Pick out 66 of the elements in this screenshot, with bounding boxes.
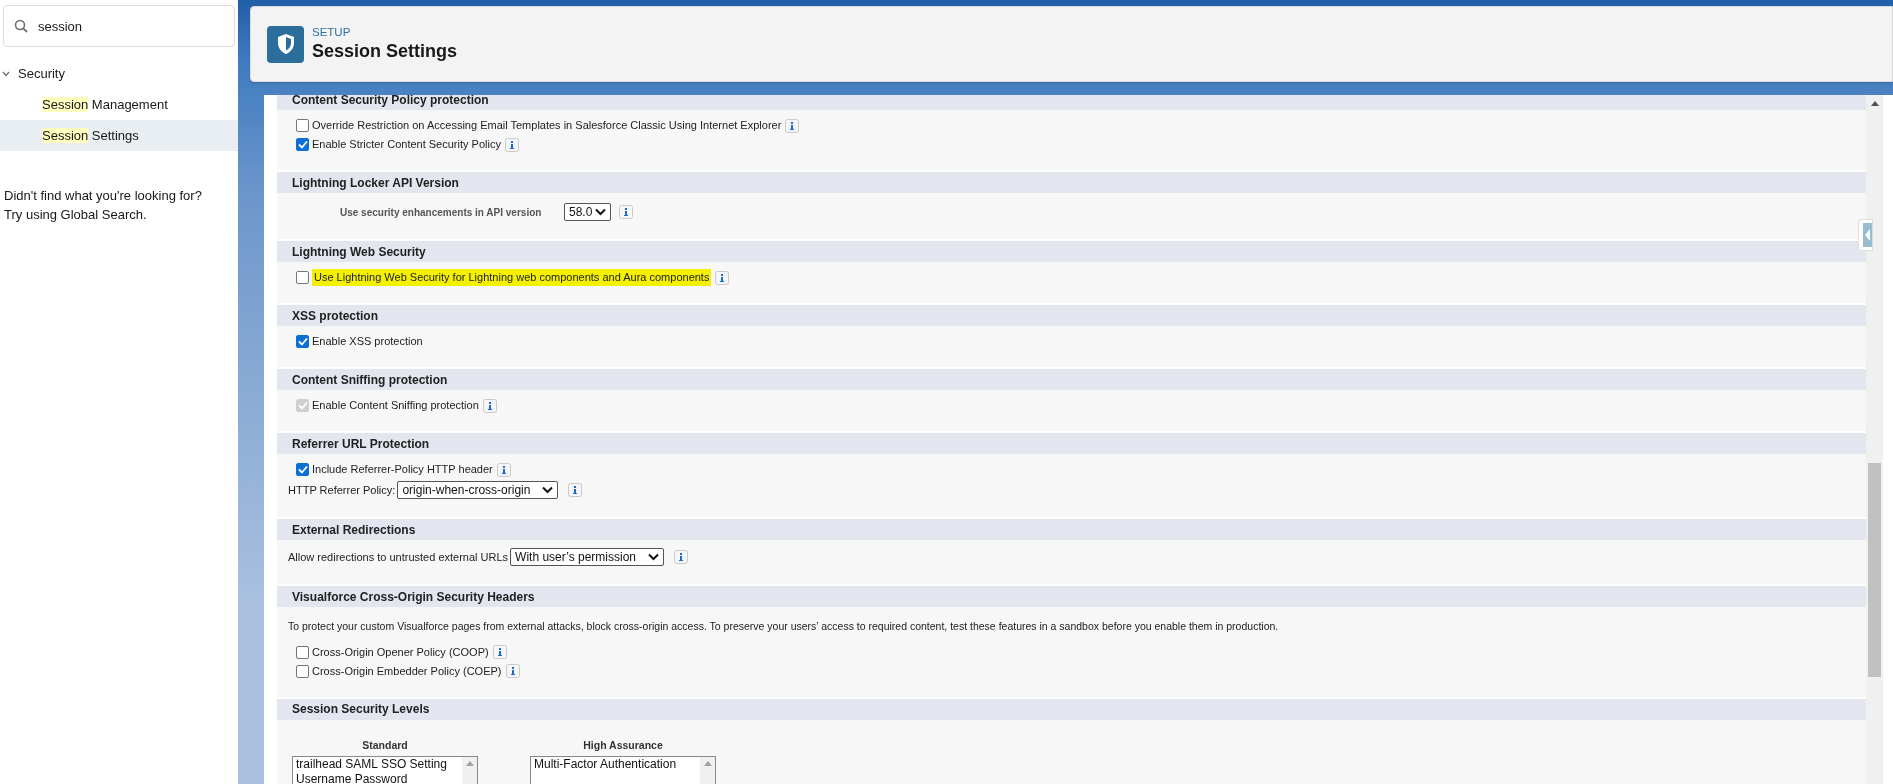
info-icon[interactable] — [504, 137, 519, 152]
checkbox[interactable] — [296, 664, 309, 678]
info-icon[interactable] — [674, 550, 689, 564]
section-header: Content Sniffing protection — [277, 369, 1866, 390]
section-header: Lightning Locker API Version — [277, 172, 1866, 193]
checkbox[interactable] — [296, 463, 309, 476]
section-header: Referrer URL Protection — [277, 433, 1866, 454]
checkbox[interactable] — [296, 138, 309, 151]
list-option[interactable]: Username Password — [296, 771, 462, 784]
checkbox[interactable] — [296, 119, 309, 132]
option-label: Cross-Origin Embedder Policy (COEP) — [312, 664, 502, 679]
shield-icon — [267, 25, 304, 63]
section-header: Lightning Web Security — [277, 241, 1866, 262]
scrollbar[interactable] — [1866, 95, 1883, 784]
field-label: HTTP Referrer Policy: — [288, 482, 396, 498]
option-label: Include Referrer-Policy HTTP header — [312, 462, 493, 478]
tree-link[interactable]: Session Settings — [0, 120, 238, 151]
version-select[interactable]: 58.0 — [564, 203, 612, 221]
info-icon[interactable] — [715, 270, 730, 285]
select-field[interactable]: With user’s permission — [510, 548, 665, 566]
description-text: To protect your custom Visualforce pages from external attacks, block cross-origin access. To preserve your users’ access to required content, test these features in a sandbox before you enable them in production. — [288, 619, 1280, 634]
tree-item[interactable]: Security — [0, 59, 65, 89]
chevron-down-icon — [595, 208, 607, 216]
help-text: Didn't find what you're looking for? — [4, 187, 203, 205]
checkbox[interactable] — [296, 271, 309, 284]
chevron-down-icon — [648, 553, 660, 561]
option-label: Enable Stricter Content Security Policy — [312, 137, 501, 153]
eyebrow-label: SETUP — [312, 25, 352, 39]
checkbox[interactable] — [296, 335, 309, 348]
list-option[interactable]: Multi-Factor Authentication — [534, 756, 700, 772]
checkbox[interactable] — [296, 645, 309, 659]
info-icon[interactable] — [505, 664, 520, 679]
help-text: Try using Global Search. — [4, 206, 148, 224]
info-icon[interactable] — [785, 118, 800, 133]
scroll-up-icon[interactable] — [1870, 101, 1879, 106]
listbox[interactable]: trailhead SAML SSO Setting Username Password — [292, 755, 478, 784]
triangle-left-icon — [1863, 223, 1872, 247]
collapse-handle[interactable] — [1858, 219, 1873, 251]
section-header: External Redirections — [277, 519, 1866, 540]
option-label: Override Restriction on Accessing Email Templates in Salesforce Classic Using Internet Explorer — [312, 118, 782, 134]
section-header: Content Security Policy protection — [277, 95, 1866, 110]
option-label: Enable Content Sniffing protection — [312, 398, 479, 414]
search-field[interactable]: session — [3, 5, 235, 47]
list-option[interactable]: trailhead SAML SSO Setting — [296, 756, 462, 772]
section-header: Visualforce Cross-Origin Security Headers — [277, 586, 1866, 607]
option-label: Enable XSS protection — [312, 334, 423, 350]
info-icon[interactable] — [492, 645, 507, 660]
option-label: Use Lightning Web Security for Lightning web components and Aura components — [312, 269, 712, 286]
chevron-icon — [2, 71, 10, 77]
scroll-thumb[interactable] — [1868, 463, 1881, 677]
tree-link[interactable]: Session Management — [0, 89, 238, 120]
field-label: Allow redirections to untrusted external URLs — [288, 549, 509, 565]
search-icon — [14, 19, 28, 33]
info-icon[interactable] — [619, 205, 634, 219]
select-field[interactable]: origin-when-cross-origin — [397, 481, 559, 499]
info-icon[interactable] — [496, 462, 511, 477]
section-header: XSS protection — [277, 305, 1866, 326]
chevron-down-icon — [542, 486, 554, 494]
option-label: Cross-Origin Opener Policy (COOP) — [312, 645, 489, 660]
page-title: Session Settings — [312, 40, 458, 63]
listbox[interactable]: Multi-Factor Authentication — [530, 755, 716, 784]
setting-label: Use security enhancements in API version — [340, 205, 542, 220]
column-title: High Assurance — [582, 737, 664, 753]
column-title: Standard — [361, 737, 409, 753]
info-icon[interactable] — [568, 483, 583, 497]
section-header: Session Security Levels — [277, 698, 1866, 720]
